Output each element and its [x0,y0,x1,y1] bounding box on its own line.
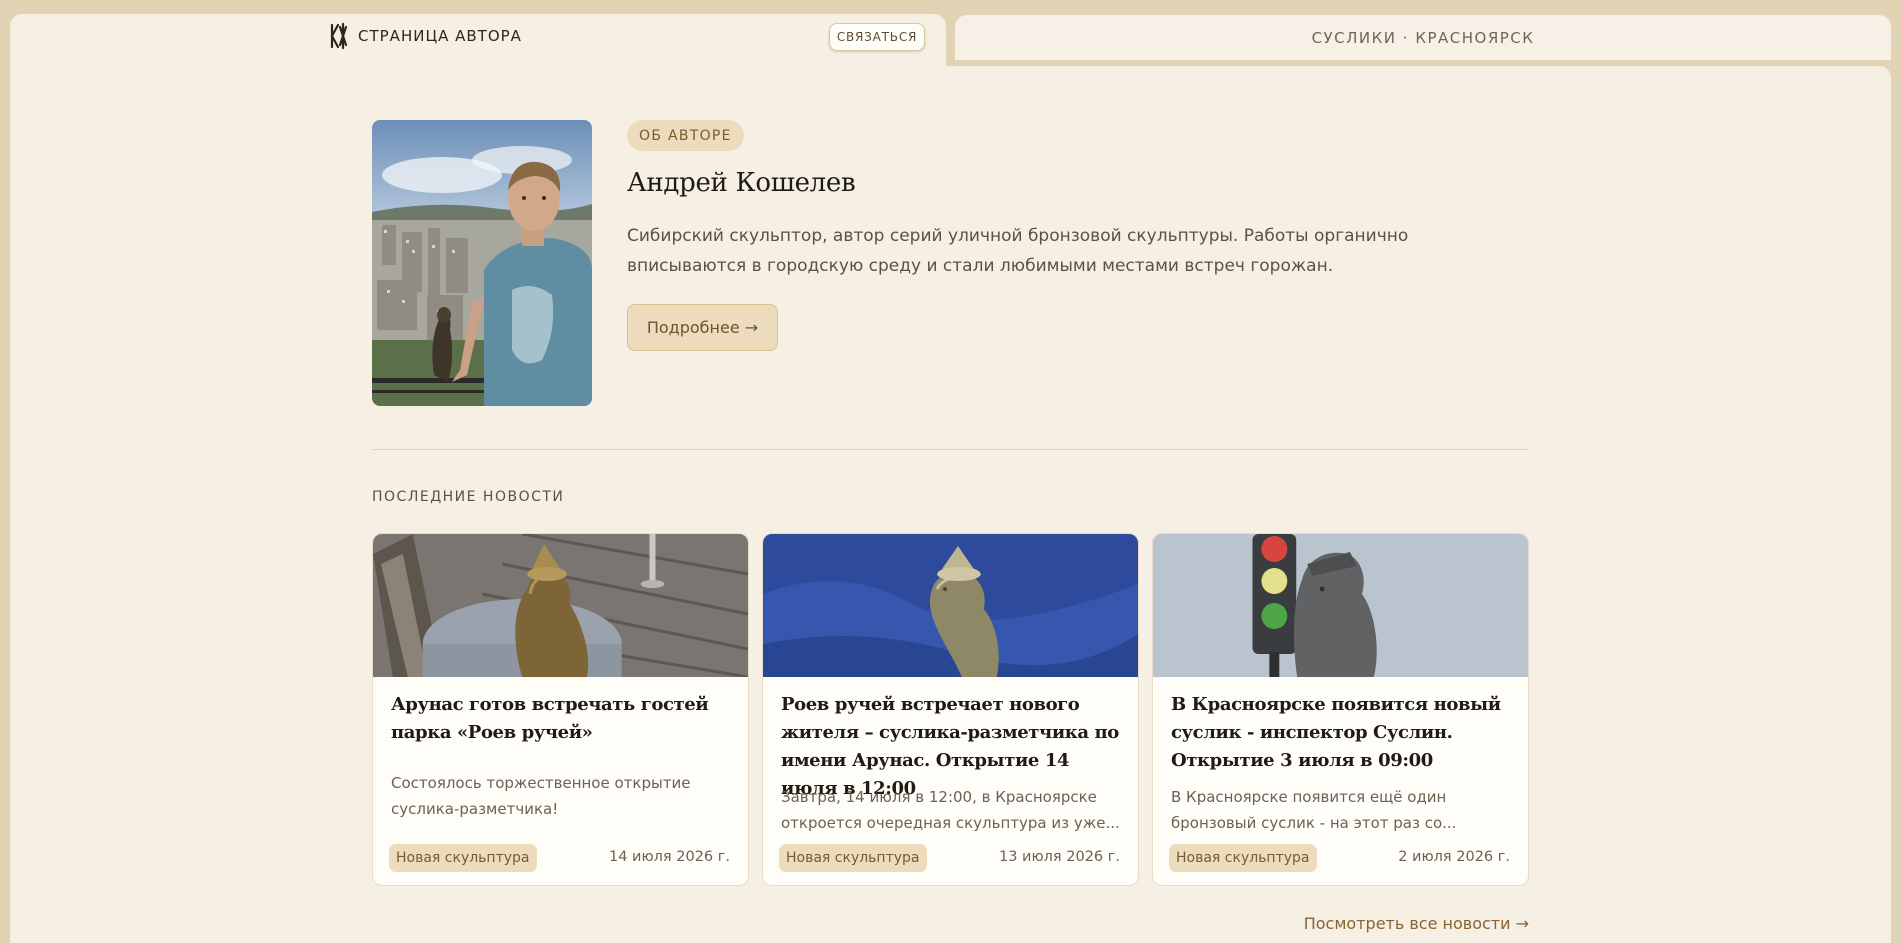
all-news-link[interactable]: Посмотреть все новости → [1304,914,1529,933]
news-date: 14 июля 2026 г. [608,849,730,865]
news-image [1153,534,1528,677]
news-tag[interactable]: Новая скульптура [1169,844,1317,872]
brand[interactable]: СТРАНИЦА АВТОРА [328,22,522,50]
news-excerpt: Состоялось торжественное открытие суслик… [391,774,691,818]
news-title[interactable]: В Красноярске появится новый суслик - ин… [1171,691,1516,775]
latest-news-heading: ПОСЛЕДНИЕ НОВОСТИ [372,489,565,505]
author-name: Андрей Кошелев [627,168,856,198]
news-image [373,534,748,677]
news-card[interactable]: Арунас готов встречать гостей парка «Рое… [372,533,749,886]
about-author-badge: ОБ АВТОРЕ [627,120,744,151]
news-card[interactable]: В Красноярске появится новый суслик - ин… [1152,533,1529,886]
news-tag[interactable]: Новая скульптура [779,844,927,872]
news-excerpt: В Красноярске появится ещё один бронзовы… [1171,788,1457,832]
section-divider [372,449,1529,450]
news-image [763,534,1138,677]
author-photo [372,120,592,406]
tab-susliki-label: СУСЛИКИ · КРАСНОЯРСК [1311,28,1535,47]
sculptor-logo-icon [330,22,348,50]
news-date: 2 июля 2026 г. [1398,849,1510,865]
tab-susliki-krasnoyarsk[interactable]: СУСЛИКИ · КРАСНОЯРСК [955,15,1891,60]
news-card[interactable]: Роев ручей встречает нового жителя – сус… [762,533,1139,886]
news-date: 13 июля 2026 г. [998,849,1120,865]
news-excerpt: Завтра, 14 июля в 12:00, в Красноярске о… [781,788,1120,832]
more-button[interactable]: Подробнее → [627,304,778,351]
contact-button[interactable]: СВЯЗАТЬСЯ [829,23,925,51]
news-title[interactable]: Арунас готов встречать гостей парка «Рое… [391,691,736,747]
brand-title: СТРАНИЦА АВТОРА [358,27,522,45]
author-bio: Сибирский скульптор, автор серий уличной… [627,226,1409,276]
news-tag[interactable]: Новая скульптура [389,844,537,872]
